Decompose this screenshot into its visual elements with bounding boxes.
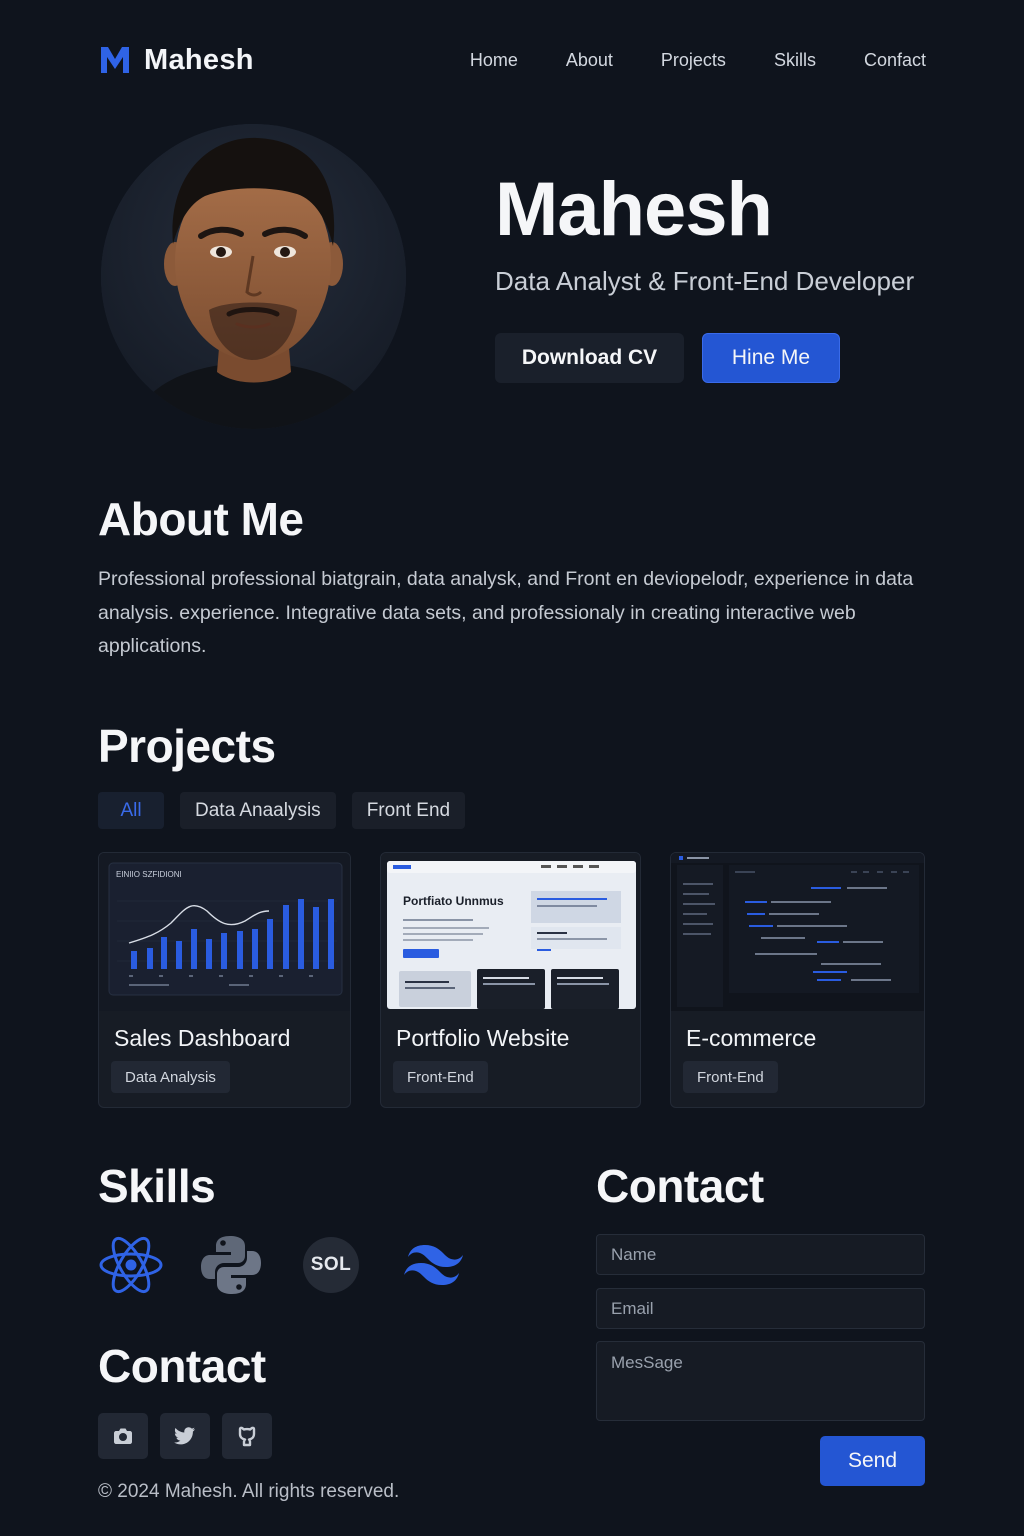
nav-links: Home About Projects Skills Confact (470, 50, 926, 71)
project-title: Portfolio Website (396, 1025, 570, 1051)
thumb-heading: Portfiato Unnmus (403, 894, 504, 908)
sales-dashboard-thumbnail: EINIIO SZFIDIONI (99, 853, 350, 1011)
nav-skills[interactable]: Skills (774, 50, 816, 71)
sql-icon: SOL (298, 1230, 364, 1300)
project-title: Sales Dashboard (114, 1025, 291, 1051)
message-field[interactable] (596, 1341, 925, 1421)
contact-heading-left: Contact (98, 1340, 266, 1392)
skills-heading: Skills (98, 1160, 216, 1212)
hire-me-button[interactable]: Hine Me (702, 333, 840, 383)
thumb-caption: EINIIO SZFIDIONI (116, 870, 182, 879)
nav-projects[interactable]: Projects (661, 50, 726, 71)
hero-role: Data Analyst & Front-End Developer (495, 266, 915, 296)
copyright: © 2024 Mahesh. All rights reserved. (98, 1481, 400, 1502)
social-links (98, 1413, 272, 1459)
project-card[interactable]: E-commerce Front-End (670, 852, 925, 1108)
contact-form-heading: Contact (596, 1160, 764, 1212)
react-icon (98, 1230, 164, 1300)
nav-about[interactable]: About (566, 50, 613, 71)
project-filters: All Data Anaalysis Front End (98, 792, 466, 829)
brand-name: Mahesh (144, 43, 254, 76)
project-card[interactable]: Portfiato Unnmus Portfolio Website Front… (380, 852, 641, 1108)
tailwind-icon (398, 1230, 464, 1300)
project-tag: Data Analysis (111, 1061, 230, 1093)
about-text: Professional professional biatgrain, dat… (98, 568, 914, 657)
twitter-icon[interactable] (160, 1413, 210, 1459)
profile-portrait-illustration (101, 124, 406, 429)
hero-name: Mahesh (495, 167, 773, 252)
ecommerce-thumbnail (671, 853, 924, 1011)
project-tag: Front-End (393, 1061, 488, 1093)
send-button[interactable]: Send (820, 1436, 925, 1486)
brand[interactable]: Mahesh (98, 43, 254, 77)
hero-buttons: Download CV Hine Me (495, 333, 914, 383)
about-heading: About Me (98, 493, 304, 545)
skills-list: SOL (98, 1230, 498, 1300)
brand-logo-icon (101, 47, 129, 73)
python-icon (198, 1230, 264, 1300)
projects-heading: Projects (98, 720, 276, 772)
instagram-icon[interactable] (98, 1413, 148, 1459)
filter-data-analysis[interactable]: Data Anaalysis (180, 792, 336, 829)
top-nav: Mahesh Home About Projects Skills Confac… (98, 40, 926, 80)
filter-front-end[interactable]: Front End (351, 792, 466, 829)
download-cv-button[interactable]: Download CV (495, 333, 684, 383)
profile-photo (101, 124, 406, 429)
filter-all[interactable]: All (98, 792, 164, 829)
hero-text: Mahesh Data Analyst & Front-End Develope… (495, 166, 914, 383)
nav-home[interactable]: Home (470, 50, 518, 71)
project-title: E-commerce (686, 1025, 817, 1051)
project-card[interactable]: EINIIO SZFIDIONI Sales Dashboard Data An… (98, 852, 351, 1108)
name-field[interactable] (596, 1234, 925, 1275)
project-tag: Front-End (683, 1061, 778, 1093)
portfolio-website-thumbnail: Portfiato Unnmus (381, 853, 640, 1011)
github-icon[interactable] (222, 1413, 272, 1459)
nav-contact[interactable]: Confact (864, 50, 926, 71)
email-field[interactable] (596, 1288, 925, 1329)
sql-badge: SOL (303, 1237, 359, 1293)
